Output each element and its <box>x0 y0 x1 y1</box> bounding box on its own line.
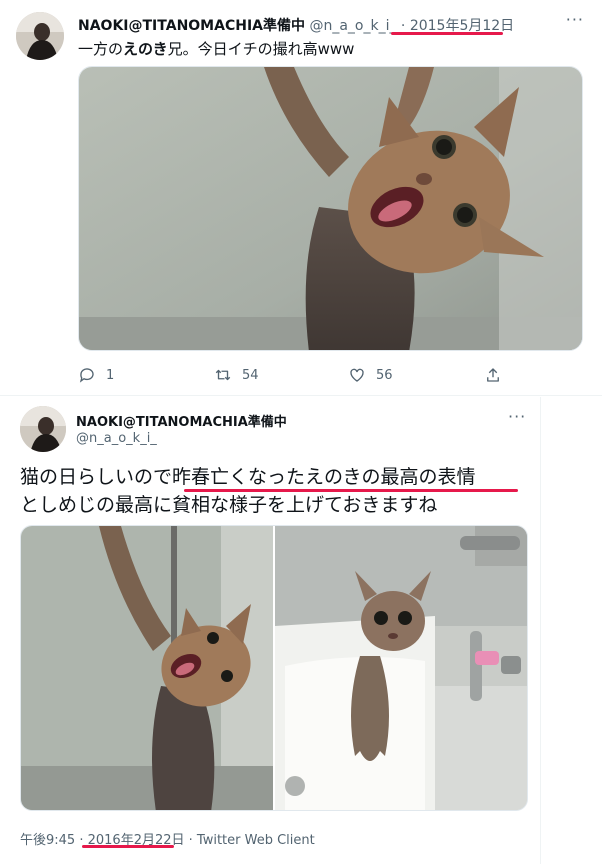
tweet-text-highlighted: 昨春亡くなったえのきの最高の表情 <box>172 466 476 488</box>
tweet-text-pre: 猫の日らしいので <box>20 466 173 488</box>
tweet-2[interactable]: NAOKI@TITANOMACHIA準備中 @n_a_o_k_i_ ··· 猫の… <box>0 397 541 864</box>
reply-button[interactable]: 1 <box>78 364 114 386</box>
tweet-time[interactable]: 午後9:45 <box>20 833 75 848</box>
tweet-photo-left[interactable] <box>21 526 273 810</box>
like-count: 56 <box>376 367 393 383</box>
like-icon <box>350 368 364 382</box>
tweet-client: · Twitter Web Client <box>184 833 315 848</box>
user-handle[interactable]: @n_a_o_k_i_ <box>309 18 396 34</box>
tweet-text-line-1: 猫の日らしいので昨春亡くなったえのきの最高の表情 <box>20 463 475 491</box>
more-icon[interactable]: ··· <box>566 10 584 29</box>
tweet-text-bold: えのき <box>123 40 168 58</box>
highlight-underline <box>82 845 174 848</box>
avatar[interactable] <box>20 406 66 452</box>
user-handle[interactable]: @n_a_o_k_i_ <box>76 431 157 446</box>
more-icon[interactable]: ··· <box>508 407 526 426</box>
tweet-actions: 1 54 56 <box>78 364 508 386</box>
share-button[interactable] <box>484 364 512 386</box>
display-name[interactable]: NAOKI@TITANOMACHIA準備中 <box>76 411 287 430</box>
share-icon <box>487 368 499 382</box>
retweet-icon <box>215 369 231 381</box>
tweet-photo[interactable] <box>78 66 583 351</box>
tweet-1[interactable]: NAOKI@TITANOMACHIA準備中 @n_a_o_k_i_ · 2015… <box>0 0 602 396</box>
like-button[interactable]: 56 <box>348 364 393 386</box>
highlight-underline <box>391 32 503 35</box>
tweet-text-post: 兄。今日イチの撮れ高www <box>167 40 355 58</box>
avatar[interactable] <box>16 12 64 60</box>
retweet-button[interactable]: 54 <box>214 364 259 386</box>
tweet-text-pre: 一方の <box>78 40 124 58</box>
highlight-underline <box>184 489 518 492</box>
tweet-photo-right[interactable] <box>275 526 527 810</box>
tweet-text-line-2: としめじの最高に貧相な様子を上げておきますね <box>20 494 438 516</box>
retweet-count: 54 <box>242 367 259 383</box>
tweet-photo-grid <box>20 525 528 811</box>
reply-count: 1 <box>106 367 115 383</box>
tweet-text: 一方のえのき兄。今日イチの撮れ高www <box>78 38 354 59</box>
reply-icon <box>79 368 94 383</box>
display-name[interactable]: NAOKI@TITANOMACHIA準備中 <box>78 18 305 34</box>
